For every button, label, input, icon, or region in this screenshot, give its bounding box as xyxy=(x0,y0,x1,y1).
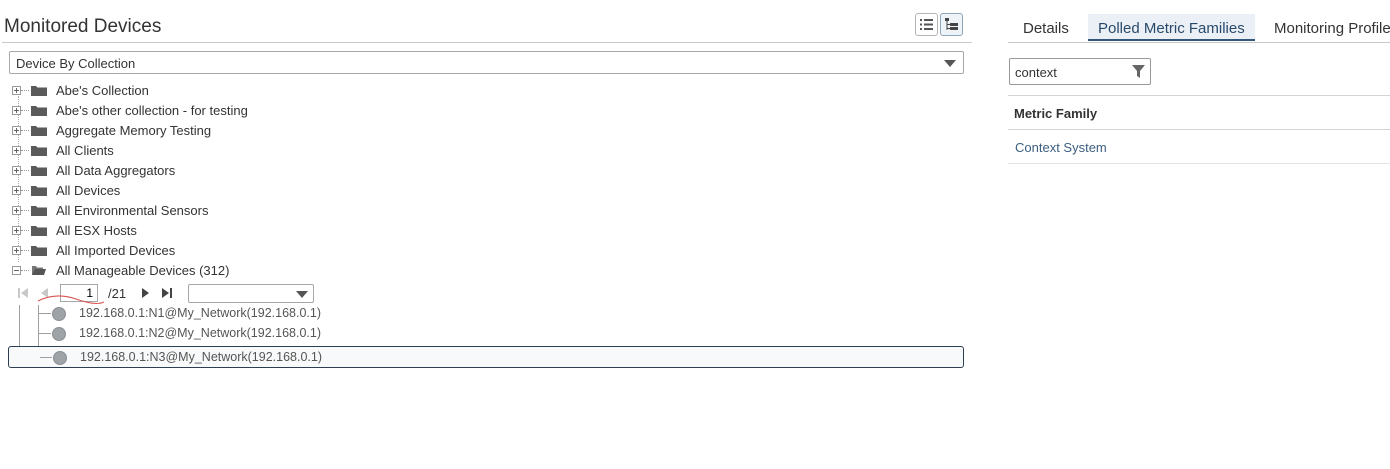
device-row[interactable]: 192.168.0.1:N1@My_Network(192.168.0.1) xyxy=(8,303,964,325)
folder-icon xyxy=(31,106,47,116)
tree-connector xyxy=(21,90,29,92)
tree-connector xyxy=(21,250,29,252)
tab-polled-metric-families[interactable]: Polled Metric Families xyxy=(1098,20,1245,37)
tree-item-label: All Manageable Devices (312) xyxy=(56,263,230,278)
expand-icon[interactable] xyxy=(12,106,21,115)
folder-icon xyxy=(31,166,47,176)
tree-connector xyxy=(21,150,29,152)
collapse-icon[interactable] xyxy=(12,266,21,275)
tree-item-label: Aggregate Memory Testing xyxy=(56,123,212,138)
table-divider xyxy=(1008,163,1390,164)
expand-icon[interactable] xyxy=(12,86,21,95)
list-view-button[interactable] xyxy=(915,13,938,36)
tree-item-label: All Clients xyxy=(56,143,114,158)
tree-connector xyxy=(39,333,51,334)
tree-item-label: All Imported Devices xyxy=(56,243,176,258)
chevron-down-icon xyxy=(296,291,308,298)
tree-item[interactable]: All Clients xyxy=(12,142,412,162)
table-divider xyxy=(1008,129,1390,130)
tree-connector xyxy=(21,110,29,112)
first-page-icon[interactable] xyxy=(16,286,30,300)
page-total: /21 xyxy=(108,286,127,301)
metric-filter-value: context xyxy=(1015,65,1057,80)
device-row[interactable]: 192.168.0.1:N3@My_Network(192.168.0.1) xyxy=(8,346,964,368)
tree-item-label: All Devices xyxy=(56,183,121,198)
page-title: Monitored Devices xyxy=(4,16,162,37)
tree-connector xyxy=(21,210,29,212)
title-divider xyxy=(2,42,972,43)
tree-connector xyxy=(21,270,29,272)
last-page-icon[interactable] xyxy=(160,286,174,300)
folder-icon xyxy=(31,86,47,96)
tab-divider xyxy=(1008,42,1390,43)
tree-item[interactable]: All Data Aggregators xyxy=(12,162,412,182)
tree-item[interactable]: All Environmental Sensors xyxy=(12,202,412,222)
tab-details[interactable]: Details xyxy=(1023,20,1069,37)
folder-icon xyxy=(31,226,47,236)
folder-icon xyxy=(31,186,47,196)
tree-item-label: All ESX Hosts xyxy=(56,223,137,238)
tree-item[interactable]: Abe's other collection - for testing xyxy=(12,102,412,122)
tree-connector xyxy=(39,313,51,314)
tree-view-icon xyxy=(945,18,958,30)
tree-item-label: Abe's other collection - for testing xyxy=(56,103,248,118)
tree-connector xyxy=(21,230,29,232)
tree-connector xyxy=(21,190,29,192)
tree-item-label: All Environmental Sensors xyxy=(56,203,209,218)
page-size-dropdown[interactable] xyxy=(188,284,314,303)
expand-icon[interactable] xyxy=(12,166,21,175)
tree-item[interactable]: All Devices xyxy=(12,182,412,202)
device-label: 192.168.0.1:N3@My_Network(192.168.0.1) xyxy=(80,350,322,364)
table-divider xyxy=(1008,95,1390,96)
tree-item-label: Abe's Collection xyxy=(56,83,149,98)
filter-icon[interactable] xyxy=(1132,65,1145,79)
collection-dropdown-value: Device By Collection xyxy=(16,56,136,71)
folder-icon xyxy=(31,126,47,136)
expand-icon[interactable] xyxy=(12,126,21,135)
tree-item-label: All Data Aggregators xyxy=(56,163,176,178)
tree-item[interactable]: All Manageable Devices (312) xyxy=(12,262,412,282)
device-status-icon xyxy=(52,327,66,341)
device-label: 192.168.0.1:N1@My_Network(192.168.0.1) xyxy=(79,306,321,320)
chevron-down-icon xyxy=(944,60,956,67)
tree-connector xyxy=(40,357,52,358)
list-view-icon xyxy=(920,19,933,30)
device-status-icon xyxy=(52,307,66,321)
metric-filter-input[interactable]: context xyxy=(1009,58,1151,85)
tree-item[interactable]: All ESX Hosts xyxy=(12,222,412,242)
tree-view-button[interactable] xyxy=(940,13,963,36)
folder-open-icon xyxy=(32,266,46,275)
tree-item[interactable]: Aggregate Memory Testing xyxy=(12,122,412,142)
metric-family-column-header: Metric Family xyxy=(1014,106,1098,121)
tree-item[interactable]: Abe's Collection xyxy=(12,82,412,102)
tree-connector xyxy=(21,130,29,132)
folder-icon xyxy=(31,206,47,216)
folder-icon xyxy=(31,246,47,256)
expand-icon[interactable] xyxy=(12,246,21,255)
device-row[interactable]: 192.168.0.1:N2@My_Network(192.168.0.1) xyxy=(8,323,964,345)
expand-icon[interactable] xyxy=(12,206,21,215)
collection-dropdown[interactable]: Device By Collection xyxy=(9,51,964,74)
tree-connector xyxy=(21,170,29,172)
folder-icon xyxy=(31,146,47,156)
device-label: 192.168.0.1:N2@My_Network(192.168.0.1) xyxy=(79,326,321,340)
next-page-icon[interactable] xyxy=(138,286,152,300)
expand-icon[interactable] xyxy=(12,146,21,155)
device-status-icon xyxy=(53,351,67,365)
tab-monitoring-profile[interactable]: Monitoring Profile xyxy=(1274,20,1390,37)
metric-family-row[interactable]: Context System xyxy=(1015,140,1107,155)
expand-icon[interactable] xyxy=(12,186,21,195)
expand-icon[interactable] xyxy=(12,226,21,235)
tree-item[interactable]: All Imported Devices xyxy=(12,242,412,262)
